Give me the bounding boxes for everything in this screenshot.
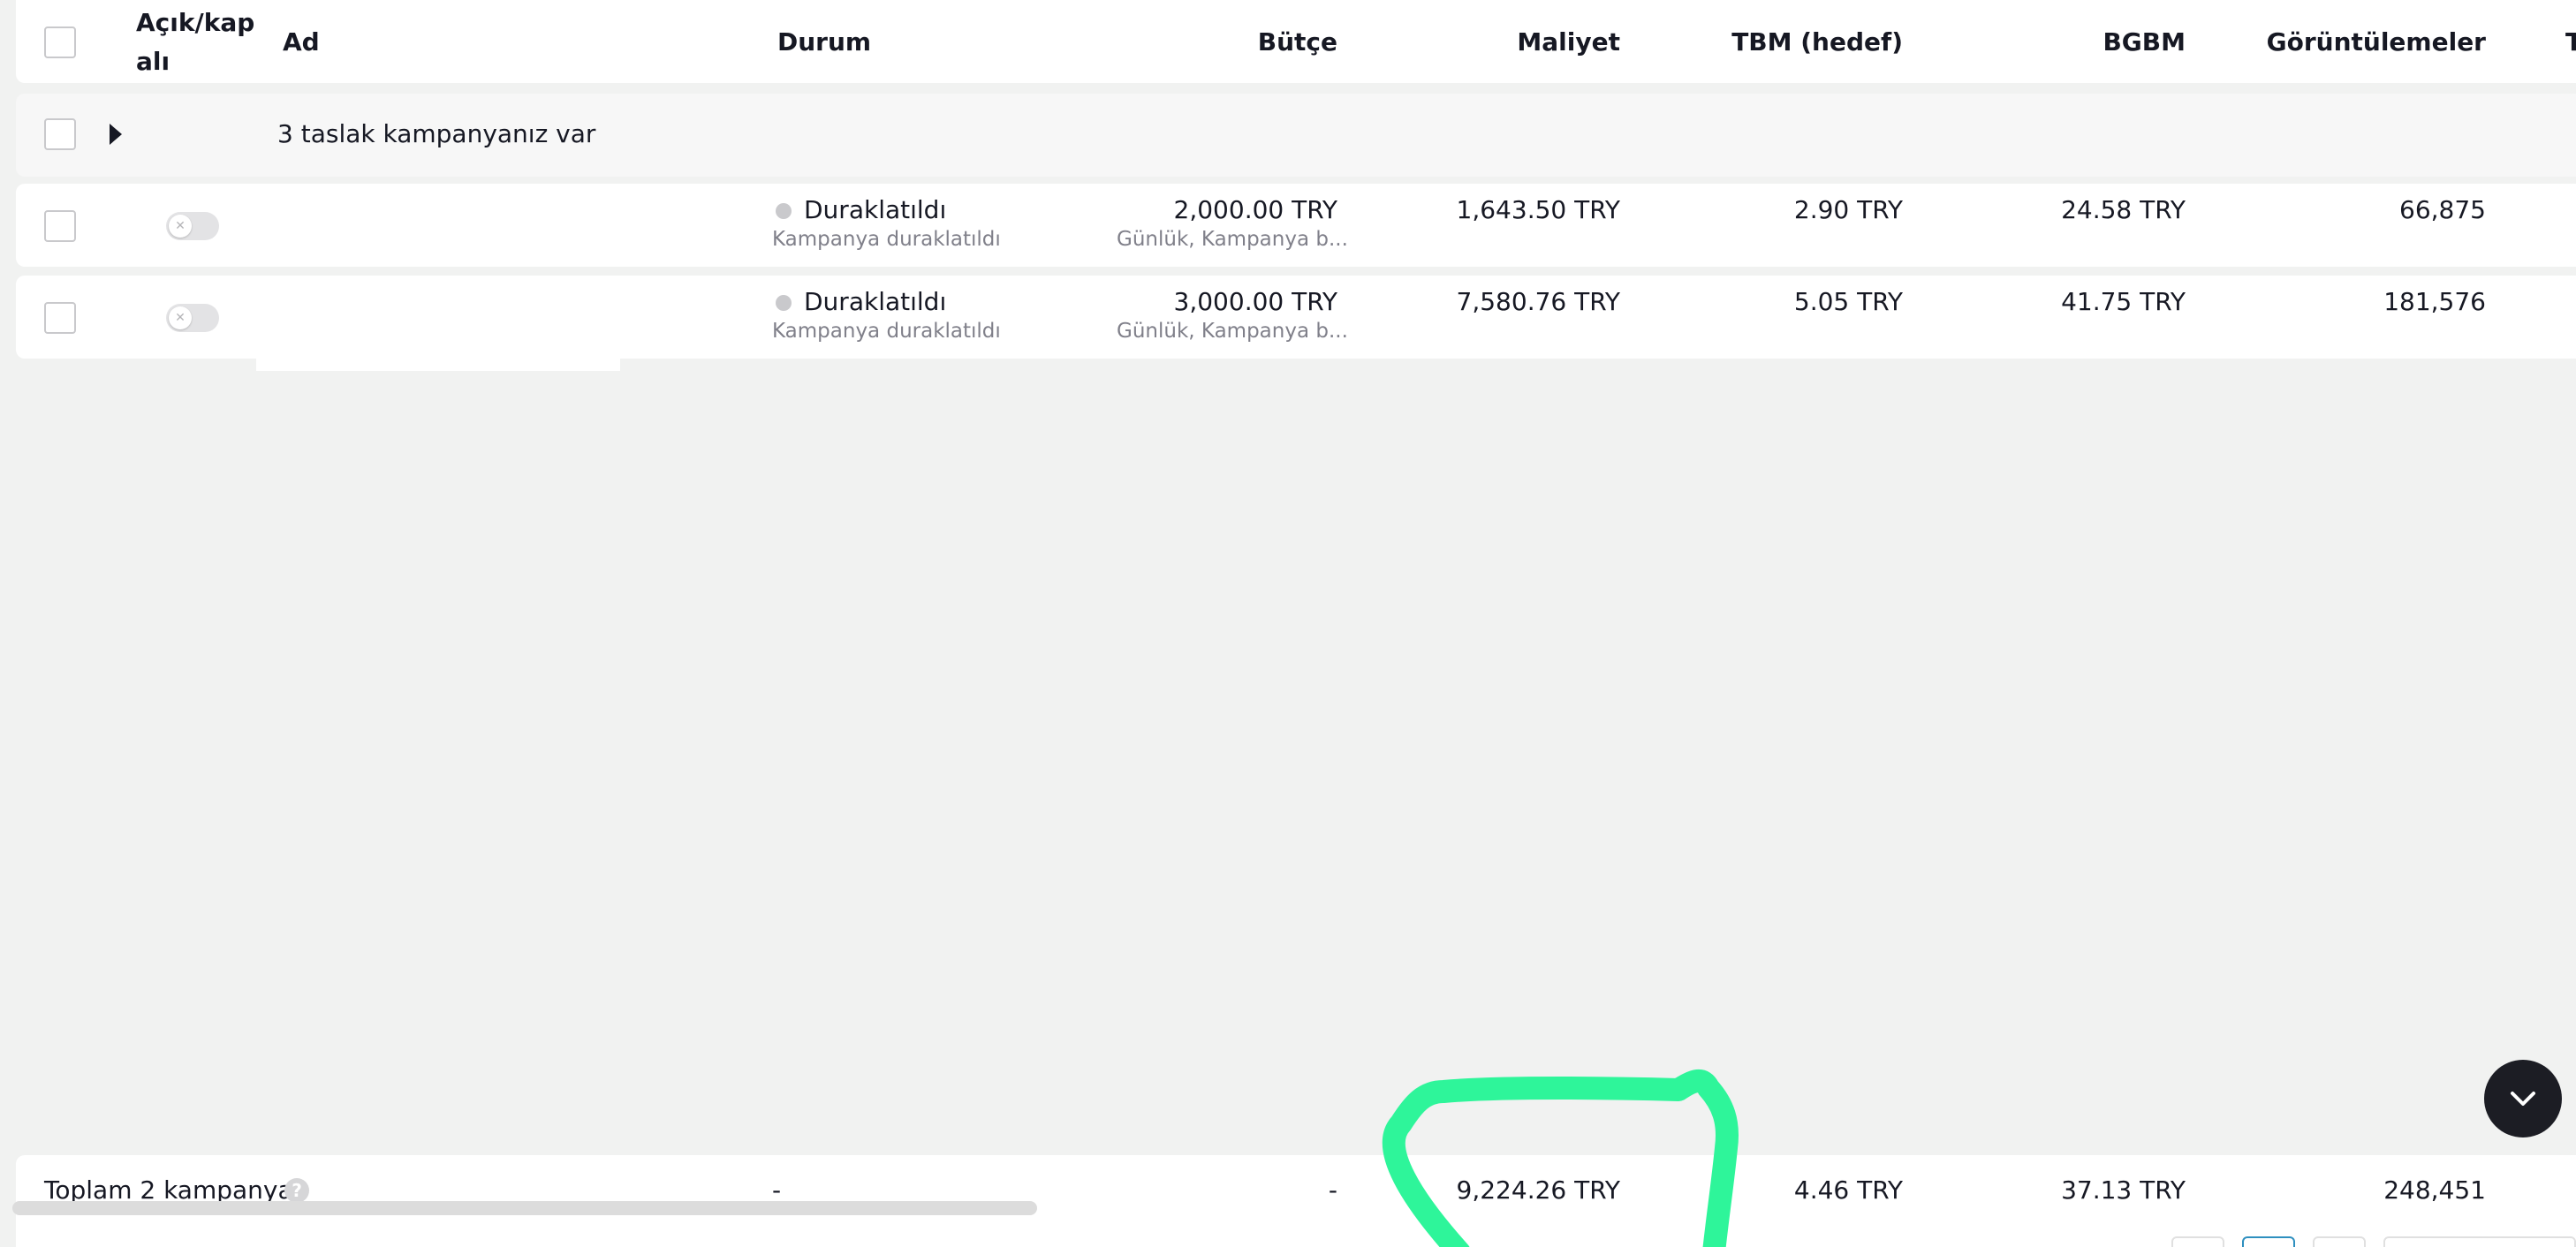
- highlight-annotation: [1382, 1069, 1739, 1247]
- annotation-stroke: [1382, 1069, 1739, 1247]
